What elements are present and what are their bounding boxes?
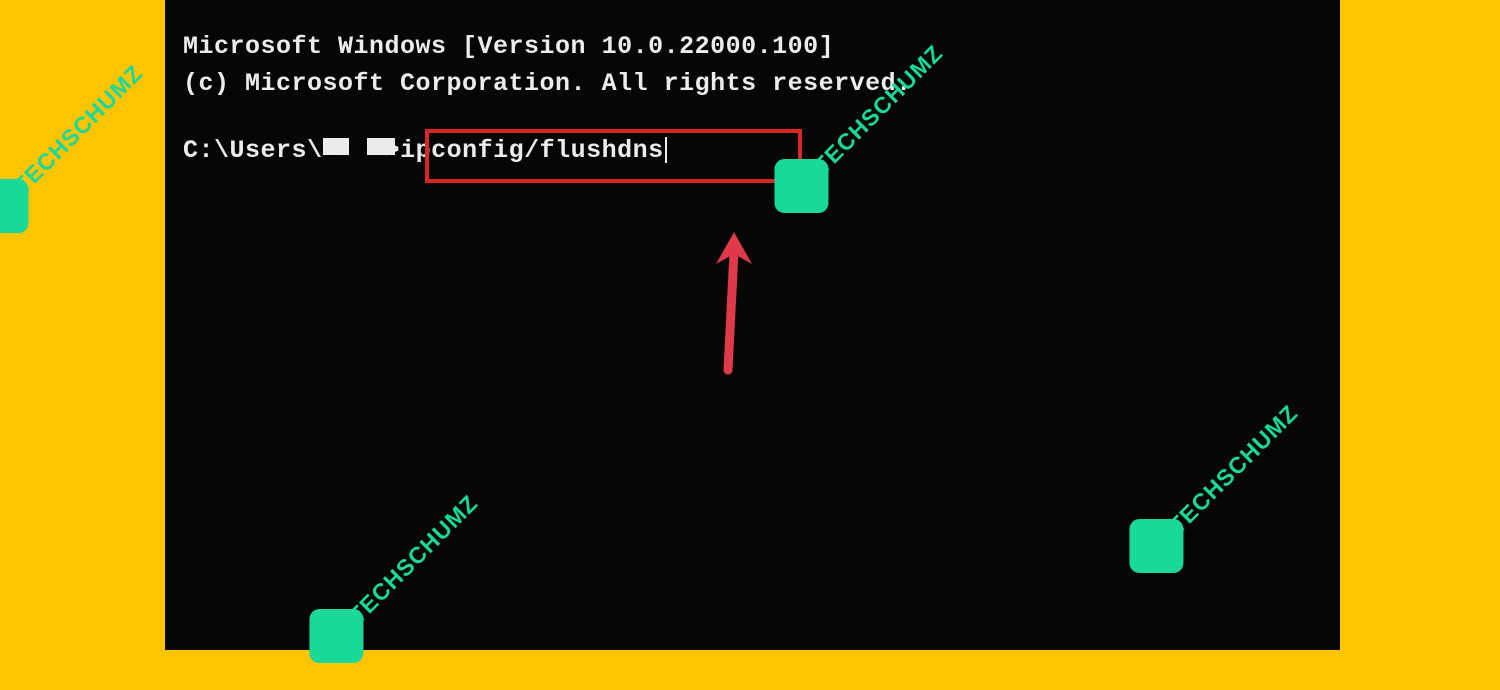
terminal-header-line-1: Microsoft Windows [Version 10.0.22000.10…: [183, 28, 1322, 65]
terminal-header-line-2: (c) Microsoft Corporation. All rights re…: [183, 65, 1322, 102]
command-prompt-window[interactable]: Microsoft Windows [Version 10.0.22000.10…: [165, 0, 1340, 650]
watermark-logo: TECHSCHUMZ: [0, 120, 171, 174]
prompt-path-prefix: C:\Users\: [183, 136, 323, 165]
text-cursor: [665, 137, 667, 163]
prompt-username-redacted: WWWW: [323, 132, 385, 169]
watermark-text: TECHSCHUMZ: [8, 59, 148, 199]
terminal-prompt-line[interactable]: C:\Users\WWWW>ipconfig/flushdns: [183, 132, 1322, 169]
watermark-square-icon: [0, 179, 28, 233]
command-text: ipconfig/flushdns: [400, 136, 664, 165]
